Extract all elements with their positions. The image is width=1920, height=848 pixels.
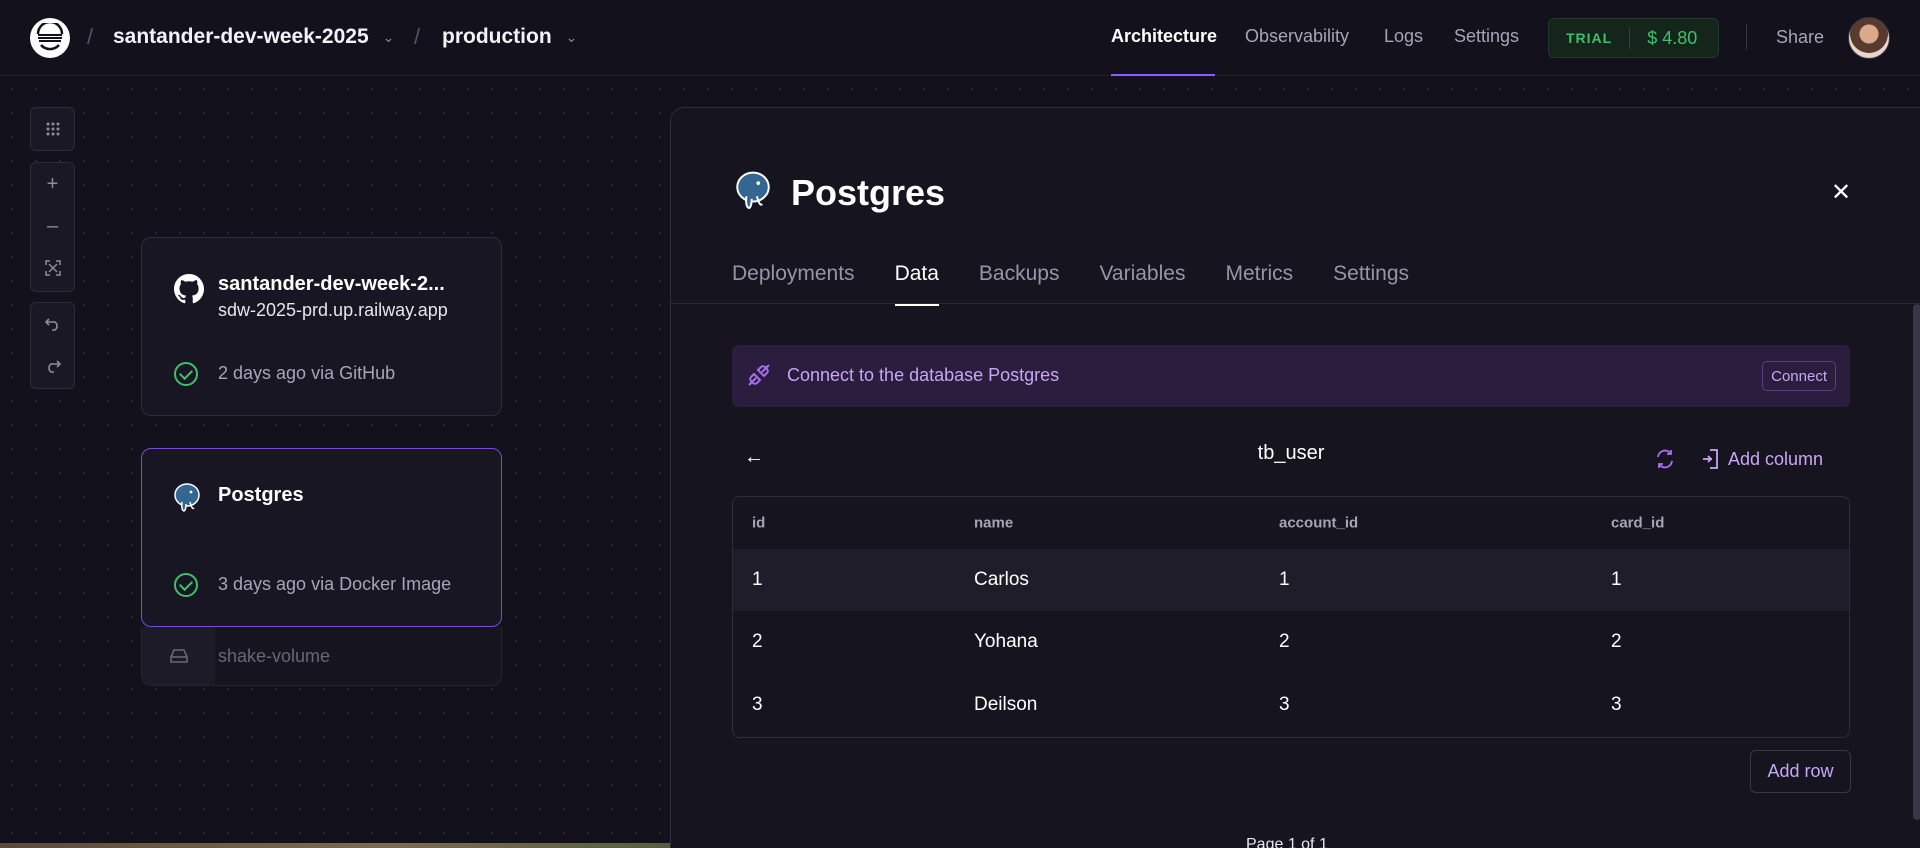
nav-architecture[interactable]: Architecture bbox=[1111, 26, 1217, 47]
user-avatar[interactable] bbox=[1848, 17, 1890, 59]
deploy-status: 3 days ago via Docker Image bbox=[218, 574, 452, 594]
table-cell[interactable]: 3 bbox=[1611, 694, 1622, 716]
tab-metrics[interactable]: Metrics bbox=[1225, 262, 1293, 306]
postgres-elephant-icon bbox=[733, 170, 773, 217]
connect-text: Connect to the database Postgres bbox=[787, 365, 1060, 385]
tab-settings[interactable]: Settings bbox=[1333, 262, 1409, 306]
panel-tabs: Deployments Data Backups Variables Metri… bbox=[732, 262, 1449, 306]
chevron-down-icon: ⌄ bbox=[382, 28, 395, 45]
canvas-toolbar-history bbox=[30, 302, 75, 389]
column-header[interactable]: account_id bbox=[1279, 515, 1358, 532]
column-header[interactable]: card_id bbox=[1611, 515, 1664, 532]
service-title: Postgres bbox=[218, 484, 304, 506]
divider bbox=[1746, 24, 1747, 50]
volume-label: shake-volume bbox=[218, 646, 331, 666]
zoom-in-icon[interactable]: + bbox=[31, 163, 74, 205]
project-name: santander-dev-week-2025 bbox=[113, 25, 369, 48]
service-card-app[interactable]: santander-dev-week-2... sdw-2025-prd.up.… bbox=[141, 237, 502, 416]
table-cell[interactable]: Yohana bbox=[974, 631, 1038, 653]
divider bbox=[671, 303, 1920, 304]
railway-logo-icon[interactable] bbox=[30, 18, 70, 58]
add-row-button[interactable]: Add row bbox=[1750, 750, 1851, 793]
service-url[interactable]: sdw-2025-prd.up.railway.app bbox=[218, 300, 448, 321]
service-detail-panel: Postgres ✕ Deployments Data Backups Vari… bbox=[670, 107, 1920, 848]
success-check-icon bbox=[174, 362, 198, 386]
table-name: tb_user bbox=[1257, 442, 1325, 464]
environment-selector[interactable]: production ⌄ bbox=[442, 25, 577, 49]
share-button[interactable]: Share bbox=[1776, 27, 1824, 48]
table-toolbar: ← tb_user Add column bbox=[732, 438, 1850, 488]
column-header[interactable]: name bbox=[974, 515, 1013, 532]
table-header-row: id name account_id card_id bbox=[733, 497, 1849, 549]
table-cell[interactable]: 1 bbox=[1279, 569, 1290, 591]
add-column-icon bbox=[1703, 449, 1718, 469]
fit-view-icon[interactable] bbox=[31, 247, 74, 289]
deploy-status: 2 days ago via GitHub bbox=[218, 363, 396, 383]
success-check-icon bbox=[174, 573, 198, 597]
table-cell[interactable]: 2 bbox=[752, 631, 763, 653]
refresh-icon[interactable] bbox=[1654, 448, 1676, 475]
table-cell[interactable]: 2 bbox=[1279, 631, 1290, 653]
nav-logs[interactable]: Logs bbox=[1384, 26, 1423, 47]
redo-icon[interactable] bbox=[31, 345, 74, 387]
chevron-down-icon: ⌄ bbox=[565, 28, 578, 45]
table-row[interactable]: 1 Carlos 1 1 bbox=[733, 549, 1849, 611]
tab-deployments[interactable]: Deployments bbox=[732, 262, 855, 306]
connect-button[interactable]: Connect bbox=[1762, 361, 1836, 391]
canvas-toolbar-zoom: + – bbox=[30, 162, 75, 292]
connect-banner: Connect to the database Postgres Connect bbox=[732, 345, 1850, 407]
postgres-elephant-icon bbox=[172, 482, 202, 519]
service-title: santander-dev-week-2... bbox=[218, 273, 445, 295]
trial-usage-badge[interactable]: TRIAL $ 4.80 bbox=[1548, 18, 1719, 58]
table-cell[interactable]: Carlos bbox=[974, 569, 1029, 591]
table-cell[interactable]: 2 bbox=[1611, 631, 1622, 653]
tab-backups[interactable]: Backups bbox=[979, 262, 1060, 306]
nav-settings[interactable]: Settings bbox=[1454, 26, 1519, 47]
table-row[interactable]: 3 Deilson 3 3 bbox=[733, 673, 1849, 737]
trial-label: TRIAL bbox=[1566, 30, 1613, 46]
table-cell[interactable]: 1 bbox=[752, 569, 763, 591]
pagination-text: Page 1 of 1 bbox=[1246, 836, 1328, 848]
breadcrumb-separator: / bbox=[87, 24, 94, 49]
undo-icon[interactable] bbox=[31, 303, 74, 345]
github-icon bbox=[174, 274, 204, 309]
project-selector[interactable]: santander-dev-week-2025 ⌄ bbox=[113, 25, 394, 49]
plug-icon bbox=[746, 362, 772, 393]
divider bbox=[1629, 27, 1631, 49]
data-table: id name account_id card_id 1 Carlos 1 1 … bbox=[732, 496, 1850, 738]
nav-observability[interactable]: Observability bbox=[1245, 26, 1349, 47]
hard-drive-icon bbox=[142, 627, 215, 685]
volume-attachment[interactable]: shake-volume bbox=[141, 627, 502, 686]
add-column-button[interactable]: Add column bbox=[1702, 448, 1823, 470]
zoom-out-icon[interactable]: – bbox=[31, 205, 74, 247]
table-row[interactable]: 2 Yohana 2 2 bbox=[733, 611, 1849, 673]
trial-amount: $ 4.80 bbox=[1647, 27, 1698, 48]
close-icon[interactable]: ✕ bbox=[1831, 178, 1851, 207]
column-header[interactable]: id bbox=[752, 515, 765, 532]
add-column-label: Add column bbox=[1728, 448, 1824, 469]
panel-title: Postgres bbox=[791, 172, 946, 213]
canvas-toolbar-grid bbox=[30, 107, 75, 151]
grid-icon[interactable] bbox=[31, 108, 74, 150]
table-cell[interactable]: 3 bbox=[752, 694, 763, 716]
service-card-postgres[interactable]: Postgres 3 days ago via Docker Image bbox=[141, 448, 502, 627]
breadcrumb-separator: / bbox=[414, 24, 421, 49]
panel-scrollbar[interactable] bbox=[1913, 304, 1920, 820]
active-nav-indicator bbox=[1111, 74, 1215, 76]
environment-name: production bbox=[442, 25, 552, 48]
tab-data[interactable]: Data bbox=[894, 262, 940, 306]
tab-variables[interactable]: Variables bbox=[1099, 262, 1185, 306]
table-cell[interactable]: 3 bbox=[1279, 694, 1290, 716]
top-bar: / santander-dev-week-2025 ⌄ / production… bbox=[0, 0, 1920, 76]
table-cell[interactable]: 1 bbox=[1611, 569, 1622, 591]
table-cell[interactable]: Deilson bbox=[974, 694, 1037, 716]
